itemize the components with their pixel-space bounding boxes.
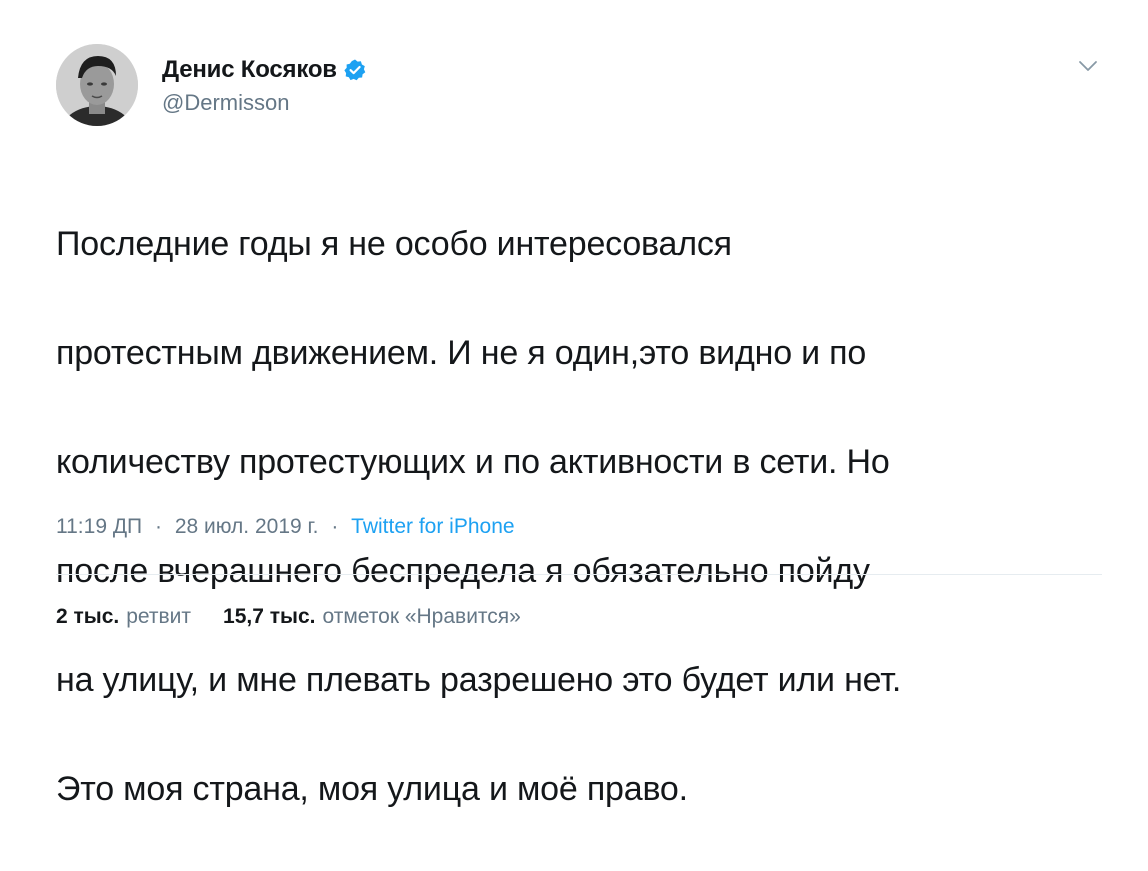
tweet-text-line: Это моя страна, моя улица и моё право.	[56, 769, 688, 808]
retweets-count: 2 тыс.	[56, 605, 120, 628]
chevron-down-icon[interactable]	[1077, 58, 1099, 74]
tweet-text-line: протестным движением. И не я один,это ви…	[56, 333, 867, 372]
divider	[56, 574, 1102, 575]
likes-label: отметок «Нравится»	[322, 605, 521, 628]
tweet-metadata: 11:19 ДП · 28 июл. 2019 г. · Twitter for…	[56, 515, 515, 539]
retweets-label: ретвит	[126, 605, 192, 628]
author-handle[interactable]: @Dermisson	[162, 90, 289, 116]
tweet-text-line: количеству протестующих и по активности …	[56, 442, 890, 481]
likes-count: 15,7 тыс.	[223, 605, 316, 628]
avatar[interactable]	[56, 44, 138, 126]
tweet-source-link[interactable]: Twitter for iPhone	[351, 515, 514, 538]
tweet-text-line: на улицу, и мне плевать разрешено это бу…	[56, 660, 902, 699]
author-display-name[interactable]: Денис Косяков	[162, 56, 337, 84]
tweet-date[interactable]: 28 июл. 2019 г.	[175, 515, 319, 538]
avatar-photo	[56, 44, 138, 126]
tweet-text-line: Последние годы я не особо интересовался	[56, 224, 732, 263]
retweets-stat[interactable]: 2 тыс. ретвит	[56, 605, 191, 629]
tweet-time[interactable]: 11:19 ДП	[56, 515, 142, 538]
author-name-row[interactable]: Денис Косяков	[162, 55, 367, 85]
tweet-text-line: после вчерашнего беспредела я обязательн…	[56, 551, 870, 590]
likes-stat[interactable]: 15,7 тыс. отметок «Нравится»	[223, 605, 521, 629]
verified-badge-icon	[343, 58, 367, 82]
metadata-separator: ·	[331, 515, 339, 538]
metadata-separator: ·	[155, 515, 162, 538]
tweet-card: Денис Косяков @Dermisson Последние годы …	[0, 0, 1148, 808]
tweet-stats: 2 тыс. ретвит 15,7 тыс. отметок «Нравитс…	[56, 605, 521, 629]
